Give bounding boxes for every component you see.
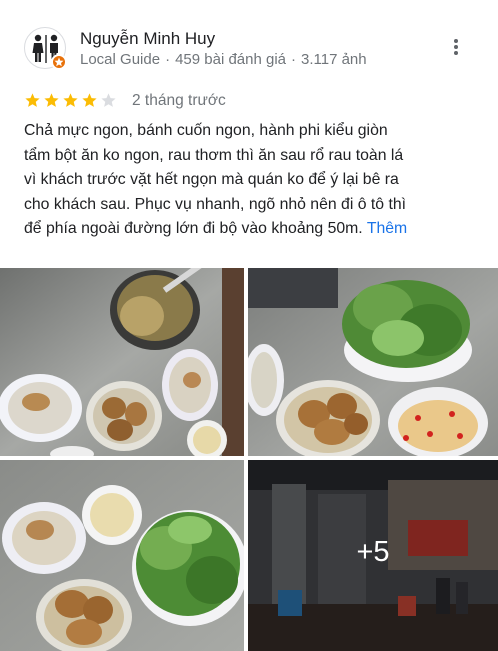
more-vert-icon[interactable]	[446, 33, 466, 61]
review-count: 459 bài đánh giá	[175, 51, 286, 68]
review-line: vì khách trước vặt hết ngọn mà quán ko đ…	[24, 171, 399, 188]
review-header: Nguyễn Minh Huy Local Guide · 459 bài đánh…	[24, 27, 474, 71]
review-line: để phía ngoài đường lớn đi bộ vào khoảng…	[24, 220, 363, 237]
local-guide-label: Local Guide	[80, 51, 161, 68]
review-photo[interactable]	[0, 268, 244, 456]
star-filled-icon	[82, 93, 97, 107]
review-line: tẩm bột ăn ko ngon, rau thơm thì ăn sau …	[24, 146, 404, 164]
star-filled-icon	[44, 93, 59, 107]
review-photo-more[interactable]: +5	[248, 460, 498, 651]
reviewer-meta: Local Guide · 459 bài đánh giá · 3.117 ảnh	[80, 51, 367, 68]
star-filled-icon	[63, 93, 78, 107]
more-photos-count: +5	[356, 536, 390, 568]
review-text: Chả mực ngon, bánh cuốn ngon, hành phi k…	[24, 119, 476, 242]
review-line: cho khách sau. Phục vụ nhanh, ngõ nhỏ nê…	[24, 195, 407, 213]
review-time: 2 tháng trước	[132, 92, 226, 109]
star-rating	[24, 92, 119, 110]
review-line: Chả mực ngon, bánh cuốn ngon, hành phi k…	[24, 122, 388, 139]
review-line-last: để phía ngoài đường lớn đi bộ vào khoảng…	[24, 217, 476, 242]
rating-row: 2 tháng trước	[24, 90, 324, 112]
review-photo[interactable]	[248, 268, 498, 456]
review-photo[interactable]	[0, 460, 244, 651]
photo-count: 3.117 ảnh	[301, 51, 367, 68]
local-guide-badge-icon	[51, 54, 67, 70]
more-link[interactable]: Thêm	[367, 220, 407, 237]
photo-grid: +5	[0, 268, 498, 651]
separator: ·	[165, 51, 171, 68]
star-filled-icon	[25, 93, 40, 107]
separator: ·	[291, 51, 296, 68]
star-empty-icon	[101, 93, 116, 107]
reviewer-name[interactable]: Nguyễn Minh Huy	[80, 29, 215, 49]
